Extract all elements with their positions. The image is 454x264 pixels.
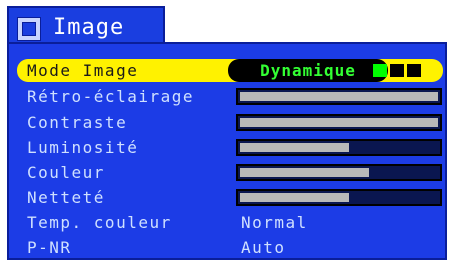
nettete-slider[interactable]	[236, 189, 442, 206]
menu-item-couleur[interactable]: Couleur	[17, 161, 443, 184]
mode-indicator-3	[407, 64, 421, 77]
slider-fill	[240, 168, 369, 177]
menu-title: Image	[53, 15, 125, 40]
menu-item-label: Luminosité	[27, 138, 139, 157]
menu-item-label: P-NR	[27, 238, 72, 257]
luminosite-slider[interactable]	[236, 139, 442, 156]
menu-item-luminosite[interactable]: Luminosité	[17, 136, 443, 159]
slider-fill	[240, 92, 438, 101]
menu-item-nettete[interactable]: Netteté	[17, 186, 443, 209]
contraste-slider[interactable]	[236, 114, 442, 131]
menu-item-label: Couleur	[27, 163, 105, 182]
menu-item-contraste[interactable]: Contraste	[17, 111, 443, 134]
menu-item-label: Netteté	[27, 188, 105, 207]
p-nr-value: Auto	[241, 238, 286, 257]
menu-item-label: Rétro-éclairage	[27, 87, 194, 106]
menu-item-p-nr[interactable]: P-NR Auto	[17, 236, 443, 259]
mode-value: Dynamique	[260, 61, 356, 80]
retro-eclairage-slider[interactable]	[236, 88, 442, 105]
temp-couleur-value: Normal	[241, 213, 308, 232]
menu-item-label: Temp. couleur	[27, 213, 172, 232]
slider-fill	[240, 193, 349, 202]
menu-item-label: Contraste	[27, 113, 128, 132]
menu-item-temp-couleur[interactable]: Temp. couleur Normal	[17, 211, 443, 234]
mode-value-pill[interactable]: Dynamique	[228, 59, 388, 82]
menu-item-mode-image[interactable]: Mode Image Dynamique	[17, 59, 443, 82]
slider-fill	[240, 118, 438, 127]
menu-item-retro-eclairage[interactable]: Rétro-éclairage	[17, 85, 443, 108]
slider-fill	[240, 143, 349, 152]
display-icon	[17, 17, 41, 41]
couleur-slider[interactable]	[236, 164, 442, 181]
mode-indicator-1	[373, 64, 387, 77]
image-menu-panel: Mode Image Dynamique Rétro-éclairage Con…	[7, 42, 447, 260]
mode-indicator-2	[390, 64, 404, 77]
menu-item-label: Mode Image	[27, 61, 139, 80]
